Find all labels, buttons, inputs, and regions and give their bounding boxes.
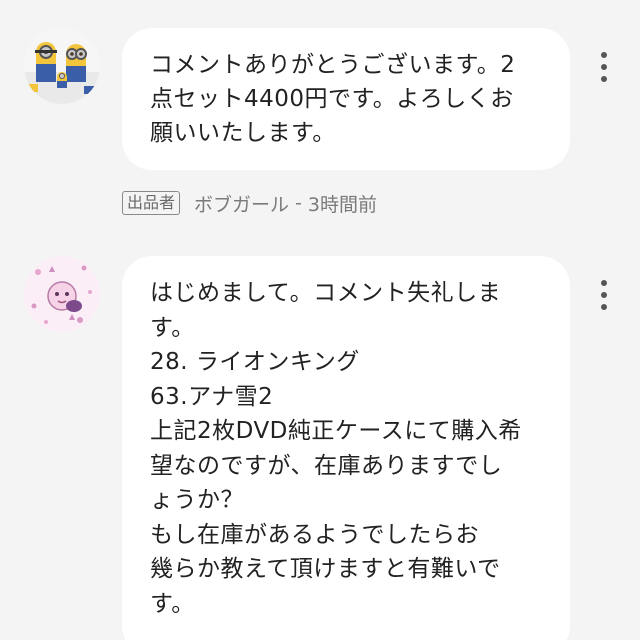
comment-meta: 出品者 ボブガール - 3時間前 xyxy=(122,188,377,218)
character-avatar-image xyxy=(24,256,100,332)
meta-separator: - xyxy=(295,192,302,214)
avatar[interactable] xyxy=(24,28,100,104)
minion-avatar-image xyxy=(24,28,100,104)
comment-time: 3時間前 xyxy=(307,193,377,216)
avatar[interactable] xyxy=(24,256,100,332)
comment-bubble: はじめまして。コメント失礼しま す。 28. ライオンキング 63.アナ雪2 上… xyxy=(122,256,570,640)
comment-bubble: コメントありがとうございます。2 点セット4400円です。よろしくお 願いいたし… xyxy=(122,28,570,170)
author-name[interactable]: ボブガール xyxy=(194,190,289,217)
comment-thread: コメントありがとうございます。2 点セット4400円です。よろしくお 願いいたし… xyxy=(0,0,640,640)
seller-badge: 出品者 xyxy=(122,191,181,215)
more-vert-icon[interactable] xyxy=(596,280,612,310)
more-vert-icon[interactable] xyxy=(596,52,612,82)
